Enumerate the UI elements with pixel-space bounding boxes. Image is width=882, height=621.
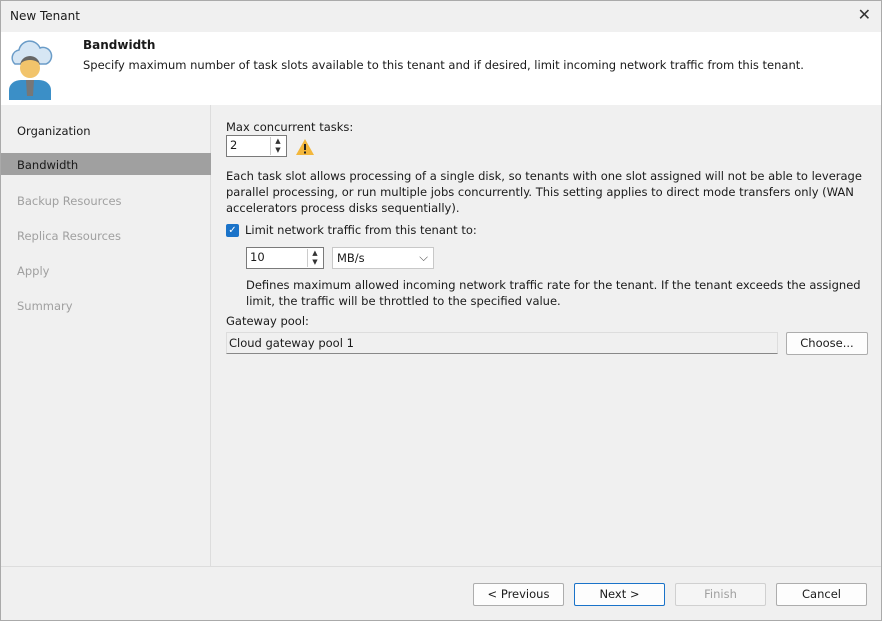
traffic-limit-note: Defines maximum allowed incoming network… [246, 278, 861, 308]
stepper-arrows-icon[interactable]: ▲ ▼ [270, 137, 285, 155]
choose-button[interactable]: Choose... [786, 332, 868, 355]
chevron-down-icon: ⌵ [419, 250, 428, 264]
sidebar-item-backup-resources: Backup Resources [17, 194, 122, 208]
step-title: Bandwidth [83, 38, 156, 52]
stepper-arrows-icon[interactable]: ▲ ▼ [307, 249, 322, 267]
sidebar-item-organization[interactable]: Organization [1, 119, 211, 141]
sidebar-item-bandwidth[interactable]: Bandwidth [1, 153, 211, 175]
previous-button[interactable]: < Previous [473, 583, 564, 606]
wizard-steps: Organization Bandwidth Backup Resources … [1, 105, 211, 566]
window-title: New Tenant [10, 9, 80, 23]
wizard-header: Bandwidth Specify maximum number of task… [1, 32, 881, 105]
next-button[interactable]: Next > [574, 583, 665, 606]
gateway-pool-field[interactable]: Cloud gateway pool 1 [226, 332, 778, 354]
sidebar-item-apply: Apply [17, 264, 50, 278]
sidebar-item-summary: Summary [17, 299, 73, 313]
limit-traffic-checkbox[interactable]: ✓ [226, 224, 239, 237]
traffic-limit-value: 10 [250, 250, 265, 264]
max-tasks-value: 2 [230, 138, 238, 152]
traffic-unit-select[interactable]: MB/s ⌵ [332, 247, 434, 269]
footer-divider [1, 566, 881, 567]
new-tenant-dialog: New Tenant ✕ Bandwidth Specify maximum n… [0, 0, 882, 621]
gateway-pool-label: Gateway pool: [226, 314, 309, 328]
sidebar-item-replica-resources: Replica Resources [17, 229, 121, 243]
tenant-avatar-icon [9, 40, 53, 100]
max-tasks-label: Max concurrent tasks: [226, 120, 354, 134]
task-slot-note: Each task slot allows processing of a si… [226, 169, 862, 215]
cancel-button[interactable]: Cancel [776, 583, 867, 606]
finish-button: Finish [675, 583, 766, 606]
limit-traffic-label[interactable]: Limit network traffic from this tenant t… [245, 223, 477, 237]
traffic-unit-value: MB/s [337, 251, 365, 265]
step-description: Specify maximum number of task slots ava… [83, 58, 804, 72]
title-bar: New Tenant ✕ [1, 1, 881, 32]
warning-icon [296, 139, 314, 155]
traffic-limit-stepper[interactable]: 10 ▲ ▼ [246, 247, 324, 269]
max-tasks-stepper[interactable]: 2 ▲ ▼ [226, 135, 287, 157]
close-icon[interactable]: ✕ [858, 5, 871, 24]
